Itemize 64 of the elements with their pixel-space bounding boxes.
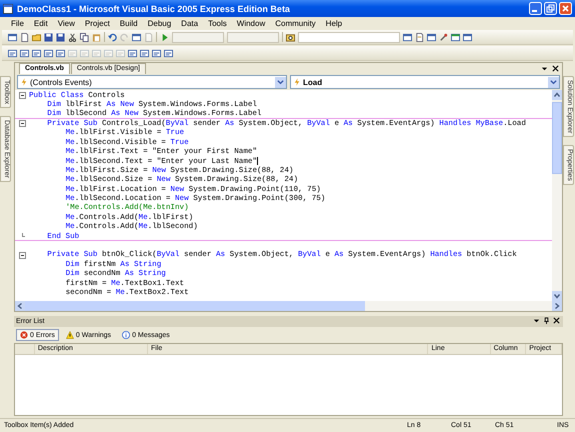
pin-icon[interactable]	[543, 317, 550, 324]
window-icon[interactable]	[44, 48, 53, 58]
scissors-icon[interactable]	[68, 32, 77, 42]
menu-item[interactable]: Help	[320, 19, 348, 28]
info-icon	[122, 331, 130, 339]
document-icon[interactable]	[20, 32, 29, 42]
menu-item[interactable]: Project	[80, 19, 115, 28]
folder-icon[interactable]	[32, 32, 41, 42]
menu-item[interactable]: File	[6, 19, 29, 28]
close-icon[interactable]	[553, 317, 560, 324]
close-button[interactable]	[559, 2, 572, 15]
collapse-icon[interactable]	[18, 252, 26, 259]
window-icon[interactable]	[463, 32, 472, 42]
close-icon[interactable]	[552, 65, 559, 72]
horizontal-scrollbar[interactable]	[15, 301, 562, 311]
window-icon[interactable]	[427, 32, 436, 42]
window-icon[interactable]	[128, 48, 137, 58]
undo-icon[interactable]	[108, 32, 117, 42]
document-icon[interactable]	[415, 32, 424, 42]
wrench-icon[interactable]	[439, 32, 448, 42]
collapse-icon[interactable]	[18, 92, 26, 100]
menu-item[interactable]: View	[52, 19, 80, 28]
play-icon[interactable]	[160, 32, 169, 42]
window-icon[interactable]	[140, 48, 149, 58]
menu-item[interactable]: Build	[114, 19, 143, 28]
restore-button[interactable]	[544, 2, 557, 15]
dropdown-arrow-icon[interactable]	[533, 317, 540, 324]
window-icon	[3, 4, 13, 14]
window-icon[interactable]	[132, 32, 141, 42]
lightning-icon	[21, 78, 27, 86]
window-icon[interactable]	[403, 32, 412, 42]
window-icon[interactable]	[32, 48, 41, 58]
vertical-scrollbar[interactable]	[552, 90, 562, 301]
class-dropdown[interactable]: (Controls Events)	[17, 75, 287, 89]
minimize-button[interactable]	[529, 2, 542, 15]
save-icon[interactable]	[44, 32, 53, 42]
save-icon[interactable]	[56, 32, 65, 42]
scroll-up-icon[interactable]	[552, 90, 562, 100]
menu-item[interactable]: Data	[176, 19, 204, 28]
scroll-down-icon[interactable]	[552, 291, 562, 301]
menu-item[interactable]: Edit	[28, 19, 53, 28]
chevron-down-icon[interactable]	[550, 78, 557, 86]
method-dropdown[interactable]: Load	[290, 75, 560, 89]
collapse-icon[interactable]	[18, 120, 26, 128]
lightning-icon	[294, 78, 300, 86]
window-icon[interactable]	[152, 48, 161, 58]
scroll-left-icon[interactable]	[15, 301, 25, 311]
window-icon[interactable]	[164, 48, 173, 58]
window-icon[interactable]	[451, 32, 460, 42]
window-icon[interactable]	[20, 48, 29, 58]
menu-item[interactable]: Community	[270, 19, 321, 28]
warning-icon	[66, 331, 74, 339]
window-title: DemoClass1 - Microsoft Visual Basic 2005 Express Edition Beta	[17, 4, 290, 14]
menu-item[interactable]: Window	[232, 19, 270, 28]
error-icon	[20, 331, 28, 339]
scroll-right-icon[interactable]	[552, 301, 562, 311]
window-icon[interactable]	[8, 48, 17, 58]
copy-icon[interactable]	[80, 32, 89, 42]
menu-item[interactable]: Debug	[142, 19, 176, 28]
menu-item[interactable]: Tools	[203, 19, 232, 28]
window-icon[interactable]	[8, 32, 17, 42]
window-icon[interactable]	[56, 48, 65, 58]
chevron-down-icon[interactable]	[277, 78, 284, 86]
dropdown-arrow-icon[interactable]	[541, 65, 548, 72]
